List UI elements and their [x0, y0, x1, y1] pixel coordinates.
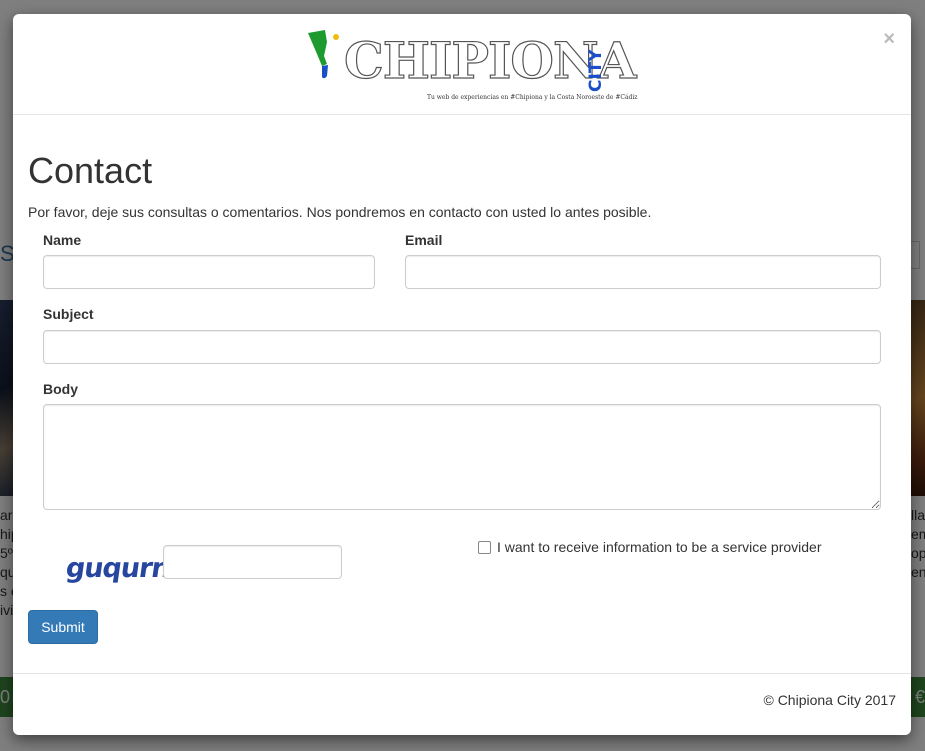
page-title: Contact: [28, 150, 153, 191]
submit-button[interactable]: Submit: [28, 610, 98, 644]
contact-modal: CHIPIONA CITY Tu web de experiencias en …: [13, 14, 911, 735]
service-provider-label[interactable]: I want to receive information to be a se…: [497, 537, 822, 557]
name-input[interactable]: [43, 255, 375, 289]
logo-drop-icon: [308, 30, 339, 79]
intro-text: Por favor, deje sus consultas o comentar…: [28, 204, 652, 220]
captcha-image[interactable]: guqurn: [63, 551, 172, 587]
chipiona-city-logo: CHIPIONA CITY Tu web de experiencias en …: [305, 28, 637, 106]
name-label: Name: [43, 232, 82, 248]
copyright-text: © Chipiona City 2017: [763, 692, 896, 708]
service-provider-checkbox[interactable]: [478, 540, 491, 554]
body-textarea[interactable]: [43, 404, 881, 510]
modal-footer: © Chipiona City 2017: [13, 673, 911, 735]
close-button[interactable]: ×: [883, 29, 895, 49]
subject-label: Subject: [43, 306, 94, 322]
body-label: Body: [43, 381, 78, 397]
logo-tagline: Tu web de experiencias en #Chipiona y la…: [427, 94, 638, 101]
modal-body: Contact Por favor, deje sus consultas o …: [13, 115, 911, 673]
subject-input[interactable]: [43, 330, 881, 364]
email-input[interactable]: [405, 255, 881, 289]
email-label: Email: [405, 232, 443, 248]
captcha-input[interactable]: [163, 545, 342, 579]
modal-header: CHIPIONA CITY Tu web de experiencias en …: [13, 14, 911, 115]
logo-city-text: CITY: [586, 49, 606, 92]
service-provider-option[interactable]: I want to receive information to be a se…: [478, 537, 822, 557]
